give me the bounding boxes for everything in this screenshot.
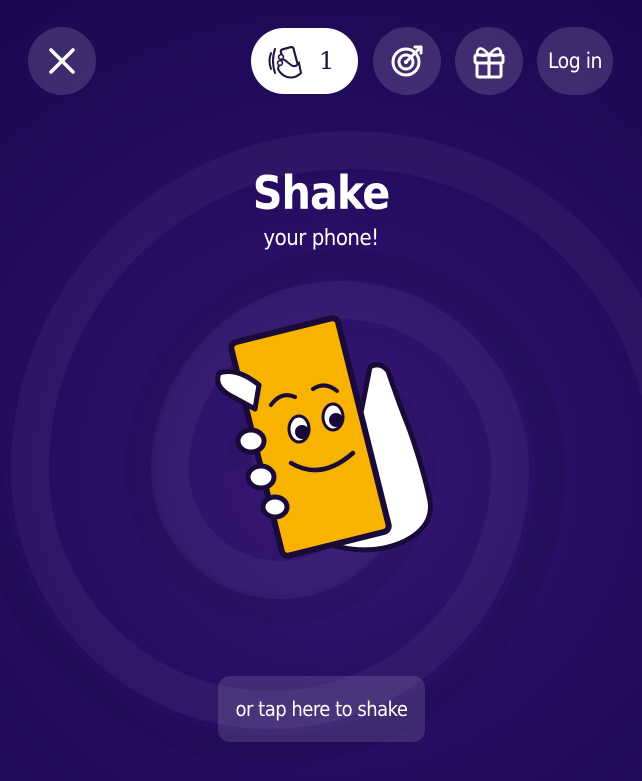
gift-button[interactable] (455, 27, 523, 95)
target-icon (391, 45, 423, 77)
close-button[interactable] (28, 27, 96, 95)
page-subtitle: your phone! (263, 226, 379, 251)
shake-counter-button[interactable]: 1 (251, 28, 358, 94)
page-title: Shake (252, 166, 391, 220)
shake-hand-icon (268, 45, 303, 79)
finger-3 (260, 494, 290, 520)
tap-to-shake-button[interactable]: or tap here to shake (218, 676, 425, 742)
gift-icon (473, 47, 505, 79)
goals-button[interactable] (373, 27, 441, 95)
close-icon (49, 48, 75, 74)
shake-count: 1 (319, 47, 335, 75)
shake-phone-illustration (215, 315, 433, 559)
finger-1 (235, 427, 267, 455)
finger-2 (245, 463, 277, 491)
login-button[interactable]: Log in (537, 27, 613, 95)
